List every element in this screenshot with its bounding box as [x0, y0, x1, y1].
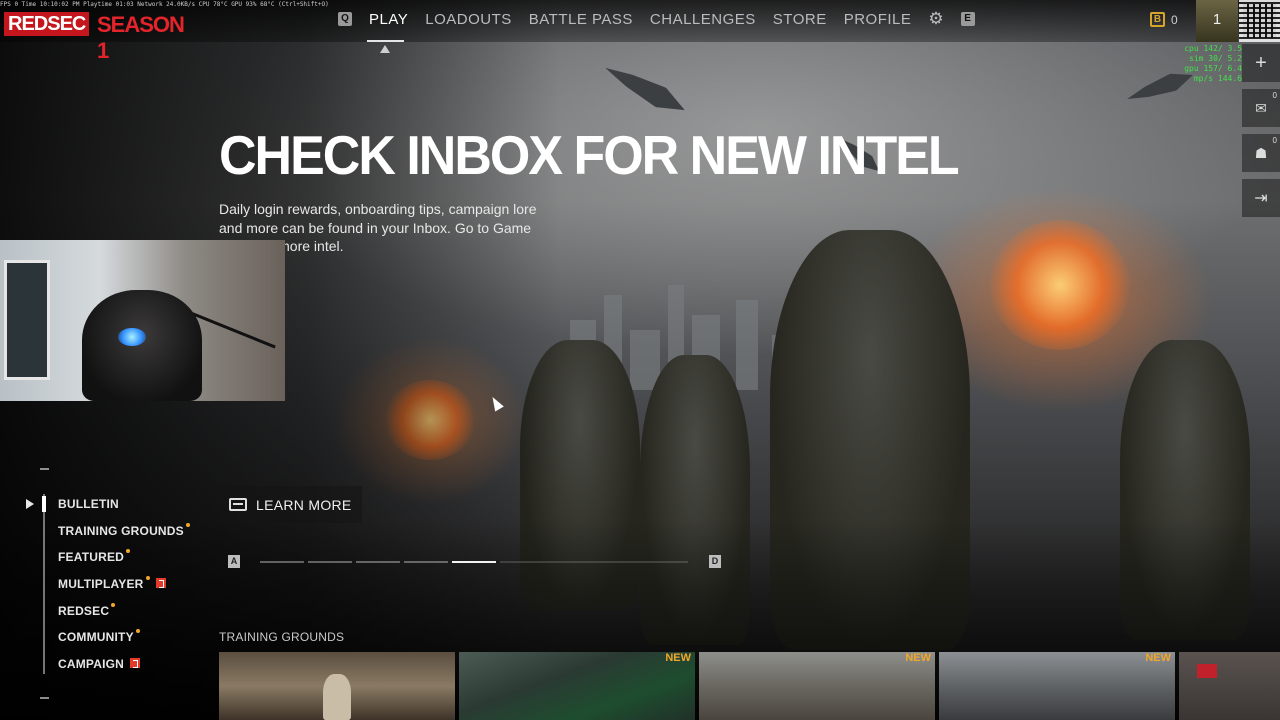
player-rank[interactable]: 1 — [1196, 0, 1238, 42]
cpu-overlay: cpu 142/ 3.5 sim 30/ 5.2 gpu 157/ 6.4 mp… — [1178, 44, 1242, 84]
alert-badge-icon — [155, 578, 166, 588]
plus-icon[interactable]: + — [1242, 44, 1280, 82]
jet-1 — [600, 58, 690, 120]
thumbnail-card[interactable]: NEW — [459, 652, 695, 720]
thumbnail-card[interactable] — [219, 652, 455, 720]
page-dot[interactable] — [260, 561, 304, 563]
gpu-stat: gpu 157/ 6.4 — [1184, 64, 1242, 73]
thumbnail-card[interactable]: NEW — [939, 652, 1175, 720]
tab-battle-pass[interactable]: BATTLE PASS — [529, 11, 633, 28]
thumbnail-card[interactable] — [1179, 652, 1280, 720]
page-dot[interactable] — [356, 561, 400, 563]
red-marker — [1197, 664, 1217, 678]
prev-page-key[interactable]: A — [228, 555, 240, 568]
currency-display[interactable]: B 0 — [1150, 12, 1178, 27]
new-dot-icon — [135, 629, 140, 633]
section-label: TRAINING GROUNDS — [219, 630, 345, 644]
explosion-right — [990, 220, 1130, 350]
right-rail: + ✉ 0 ☗ 0 ⇥ — [1242, 44, 1280, 224]
new-dot-icon — [145, 576, 150, 580]
top-bar: REDSEC SEASON 1 FPS 0 Time 10:10:02 PM P… — [0, 0, 1280, 63]
category-bulletin[interactable]: BULLETIN — [58, 497, 119, 511]
cpu-stat: cpu 142/ 3.5 — [1184, 44, 1242, 53]
battle-coin-icon: B — [1150, 12, 1165, 27]
tab-arrow-icon — [380, 45, 390, 53]
gear-icon[interactable]: ⚙ — [928, 10, 943, 28]
category-rail — [43, 494, 45, 674]
alert-badge-icon — [130, 658, 141, 668]
keyboard-icon — [229, 498, 247, 511]
friends-count: 0 — [1272, 136, 1277, 145]
category-redsec[interactable]: REDSEC — [58, 603, 116, 618]
active-tab-indicator — [367, 40, 404, 42]
learn-more-button[interactable]: LEARN MORE — [219, 486, 362, 523]
category-rail-active — [42, 496, 46, 512]
hero-title: CHECK INBOX FOR NEW INTEL — [219, 125, 960, 187]
tab-challenges[interactable]: CHALLENGES — [650, 11, 756, 28]
pager-track — [500, 561, 688, 563]
prev-tab-key: Q — [338, 12, 352, 26]
mps-stat: mp/s 144.6 — [1193, 74, 1242, 83]
webcam-overlay — [0, 240, 285, 401]
thumbnail-card[interactable]: NEW — [699, 652, 935, 720]
tab-play[interactable]: PLAY — [369, 11, 408, 28]
category-community[interactable]: COMMUNITY — [58, 629, 140, 644]
new-dot-icon — [111, 603, 116, 607]
category-training-grounds[interactable]: TRAINING GROUNDS — [58, 523, 190, 538]
list-scroll-cap — [40, 468, 49, 470]
tab-store[interactable]: STORE — [773, 11, 827, 28]
mail-count: 0 — [1272, 91, 1277, 100]
qr-code — [1239, 0, 1280, 42]
page-dot-active[interactable] — [452, 561, 496, 563]
category-featured[interactable]: FEATURED — [58, 549, 131, 564]
season-label: SEASON 1 — [97, 12, 185, 63]
new-badge: NEW — [905, 652, 931, 664]
category-multiplayer[interactable]: MULTIPLAYER — [58, 576, 166, 591]
target-silhouette — [323, 674, 351, 720]
sim-stat: sim 30/ 5.2 — [1189, 54, 1242, 63]
new-dot-icon — [126, 549, 131, 553]
category-list: BULLETIN TRAINING GROUNDS FEATURED MULTI… — [0, 466, 200, 706]
new-badge: NEW — [1145, 652, 1171, 664]
new-badge: NEW — [665, 652, 691, 664]
tab-profile[interactable]: PROFILE — [844, 11, 912, 28]
learn-more-label: LEARN MORE — [256, 496, 352, 513]
next-tab-key: E — [960, 12, 975, 26]
play-icon — [26, 499, 34, 509]
next-page-key[interactable]: D — [709, 555, 721, 568]
new-dot-icon — [185, 523, 190, 527]
exit-icon[interactable]: ⇥ — [1242, 179, 1280, 217]
currency-value: 0 — [1171, 12, 1178, 27]
page-dot[interactable] — [404, 561, 448, 563]
category-campaign[interactable]: CAMPAIGN — [58, 657, 141, 671]
rank-level: 1 — [1212, 11, 1222, 28]
page-dot[interactable] — [308, 561, 352, 563]
performance-overlay: FPS 0 Time 10:10:02 PM Playtime 01:03 Ne… — [0, 1, 329, 8]
friends-icon[interactable]: ☗ 0 — [1242, 134, 1280, 172]
mail-icon[interactable]: ✉ 0 — [1242, 89, 1280, 127]
main-nav: Q PLAY LOADOUTS BATTLE PASS CHALLENGES S… — [338, 10, 975, 28]
tab-loadouts[interactable]: LOADOUTS — [425, 11, 512, 28]
list-scroll-cap — [40, 697, 49, 699]
carousel-pager: A D — [228, 555, 722, 569]
logo-text: REDSEC — [4, 12, 90, 36]
